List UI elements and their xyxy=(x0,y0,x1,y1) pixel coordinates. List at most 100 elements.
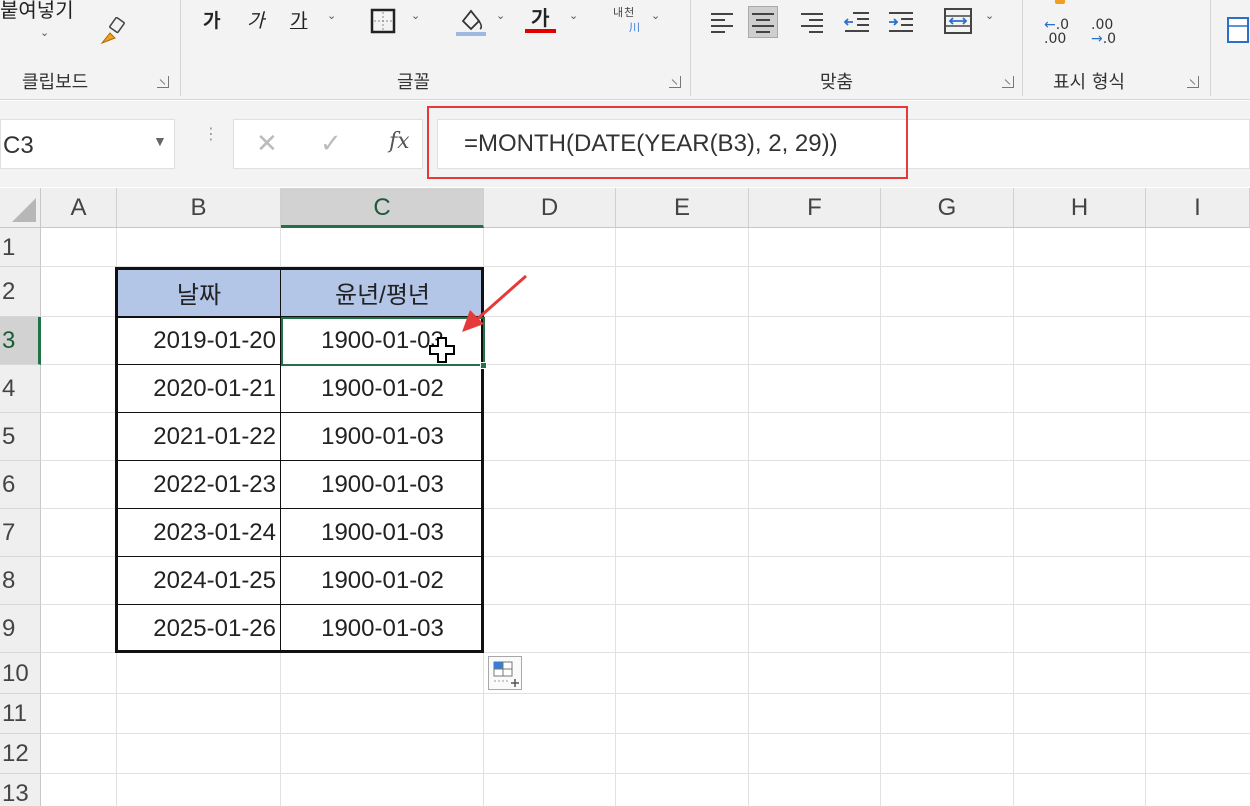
paste-dropdown-chevron-icon[interactable]: ⌄ xyxy=(40,26,49,39)
formula-buttons: ✕ ✓ fx xyxy=(233,119,423,169)
row-header-11[interactable]: 11 xyxy=(0,694,41,734)
column-header-f[interactable]: F xyxy=(749,188,881,228)
row-header-7[interactable]: 7 xyxy=(0,509,41,557)
cell-c4[interactable]: 1900-01-02 xyxy=(281,365,484,413)
underline-dropdown-chevron-icon[interactable]: ⌄ xyxy=(327,9,336,22)
name-box[interactable]: C3 ▼ xyxy=(0,119,175,169)
name-box-dropdown-icon[interactable]: ▼ xyxy=(153,133,167,149)
conditional-format-icon[interactable] xyxy=(1226,16,1250,44)
bold-button[interactable]: 가 xyxy=(203,6,220,33)
spreadsheet-grid[interactable]: A B C D E F G H I 1 2 3 4 5 6 7 8 9 10 1… xyxy=(0,188,1250,806)
ribbon: 붙여넣기 ⌄ 클립보드 가 가 가 ⌄ ⌄ ⌄ 가 ⌄ 내천 川 ⌄ 글꼴 ⌄ … xyxy=(0,0,1250,100)
borders-icon[interactable] xyxy=(370,8,396,34)
group-divider xyxy=(1022,0,1023,96)
number-launcher-icon[interactable] xyxy=(1187,76,1199,88)
column-header-b[interactable]: B xyxy=(117,188,281,228)
cell-c5[interactable]: 1900-01-03 xyxy=(281,413,484,461)
cell-b3[interactable]: 2019-01-20 xyxy=(117,317,281,365)
row-header-8[interactable]: 8 xyxy=(0,557,41,605)
gridline xyxy=(615,228,616,806)
cell-b7[interactable]: 2023-01-24 xyxy=(117,509,281,557)
fill-handle[interactable] xyxy=(480,362,487,369)
quick-analysis-button[interactable] xyxy=(488,656,522,690)
column-header-e[interactable]: E xyxy=(616,188,749,228)
decrease-indent-icon[interactable] xyxy=(843,10,871,34)
increase-decimal-button[interactable]: ←.0.00 xyxy=(1044,18,1069,46)
row-header-4[interactable]: 4 xyxy=(0,365,41,413)
header-cell-date[interactable]: 날짜 xyxy=(117,268,281,316)
cell-b8[interactable]: 2024-01-25 xyxy=(117,557,281,605)
formula-bar-grip-icon: ⋮ xyxy=(203,126,219,143)
annotation-highlight-box xyxy=(427,106,908,179)
select-all-triangle-icon xyxy=(12,198,36,222)
cell-c9[interactable]: 1900-01-03 xyxy=(281,605,484,653)
enter-check-icon[interactable]: ✓ xyxy=(320,128,342,159)
column-header-a[interactable]: A xyxy=(41,188,117,228)
align-left-button[interactable] xyxy=(708,6,738,38)
font-launcher-icon[interactable] xyxy=(669,76,681,88)
group-divider xyxy=(180,0,181,96)
underline-button[interactable]: 가 xyxy=(290,6,307,33)
row-header-5[interactable]: 5 xyxy=(0,413,41,461)
format-painter-icon[interactable] xyxy=(98,17,128,49)
gridline xyxy=(41,266,1250,267)
column-header-c[interactable]: C xyxy=(281,188,484,228)
phonetic-dropdown-chevron-icon[interactable]: ⌄ xyxy=(651,9,660,22)
cell-c6[interactable]: 1900-01-03 xyxy=(281,461,484,509)
fill-color-dropdown-chevron-icon[interactable]: ⌄ xyxy=(496,9,505,22)
cell-b9[interactable]: 2025-01-26 xyxy=(117,605,281,653)
align-right-button[interactable] xyxy=(798,6,828,38)
increase-indent-icon[interactable] xyxy=(887,10,915,34)
header-cell-leap-year[interactable]: 윤년/평년 xyxy=(281,268,484,316)
cell-c8[interactable]: 1900-01-02 xyxy=(281,557,484,605)
gridline xyxy=(1013,228,1014,806)
cell-b6[interactable]: 2022-01-23 xyxy=(117,461,281,509)
fill-color-icon[interactable] xyxy=(455,5,487,37)
column-header-d[interactable]: D xyxy=(484,188,616,228)
align-center-button[interactable] xyxy=(748,6,778,38)
alignment-launcher-icon[interactable] xyxy=(1002,76,1014,88)
clipboard-group-label: 클립보드 xyxy=(22,72,89,93)
row-header-6[interactable]: 6 xyxy=(0,461,41,509)
group-divider xyxy=(1210,0,1211,96)
cancel-icon[interactable]: ✕ xyxy=(256,128,278,159)
merge-dropdown-chevron-icon[interactable]: ⌄ xyxy=(985,9,994,22)
number-group-label: 표시 형식 xyxy=(1053,72,1125,93)
cell-c7[interactable]: 1900-01-03 xyxy=(281,509,484,557)
font-color-dropdown-chevron-icon[interactable]: ⌄ xyxy=(569,9,578,22)
row-header-10[interactable]: 10 xyxy=(0,653,41,694)
italic-button[interactable]: 가 xyxy=(247,6,264,33)
gridline xyxy=(748,228,749,806)
merge-center-icon[interactable] xyxy=(943,6,973,36)
phonetic-sub-icon: 川 xyxy=(629,21,640,34)
gridline xyxy=(41,733,1250,734)
font-color-button[interactable]: 가 xyxy=(531,2,549,31)
table-row-divider xyxy=(117,508,483,509)
font-group-label: 글꼴 xyxy=(397,72,431,93)
clipboard-launcher-icon[interactable] xyxy=(157,76,169,88)
column-header-i[interactable]: I xyxy=(1146,188,1250,228)
insert-function-button[interactable]: fx xyxy=(389,129,410,154)
cell-b5[interactable]: 2021-01-22 xyxy=(117,413,281,461)
quick-analysis-icon xyxy=(493,661,519,687)
table-row-divider xyxy=(117,460,483,461)
decrease-decimal-button[interactable]: .00 →.0 xyxy=(1091,18,1116,46)
paste-button[interactable]: 붙여넣기 xyxy=(0,0,74,23)
column-header-h[interactable]: H xyxy=(1014,188,1146,228)
table-row-divider xyxy=(117,556,483,557)
row-header-2[interactable]: 2 xyxy=(0,267,41,317)
number-format-dropdown-hint[interactable] xyxy=(1055,0,1065,4)
borders-dropdown-chevron-icon[interactable]: ⌄ xyxy=(411,9,420,22)
column-header-g[interactable]: G xyxy=(881,188,1014,228)
annotation-arrow-icon xyxy=(462,274,527,332)
row-header-12[interactable]: 12 xyxy=(0,734,41,774)
phonetic-button[interactable]: 내천 xyxy=(613,4,635,20)
row-header-1[interactable]: 1 xyxy=(0,228,41,267)
row-header-13[interactable]: 13 xyxy=(0,774,41,806)
select-all-corner[interactable] xyxy=(0,188,41,228)
row-header-3[interactable]: 3 xyxy=(0,317,41,365)
cell-b4[interactable]: 2020-01-21 xyxy=(117,365,281,413)
font-color-bar xyxy=(525,29,556,33)
gridline xyxy=(1145,228,1146,806)
row-header-9[interactable]: 9 xyxy=(0,605,41,653)
